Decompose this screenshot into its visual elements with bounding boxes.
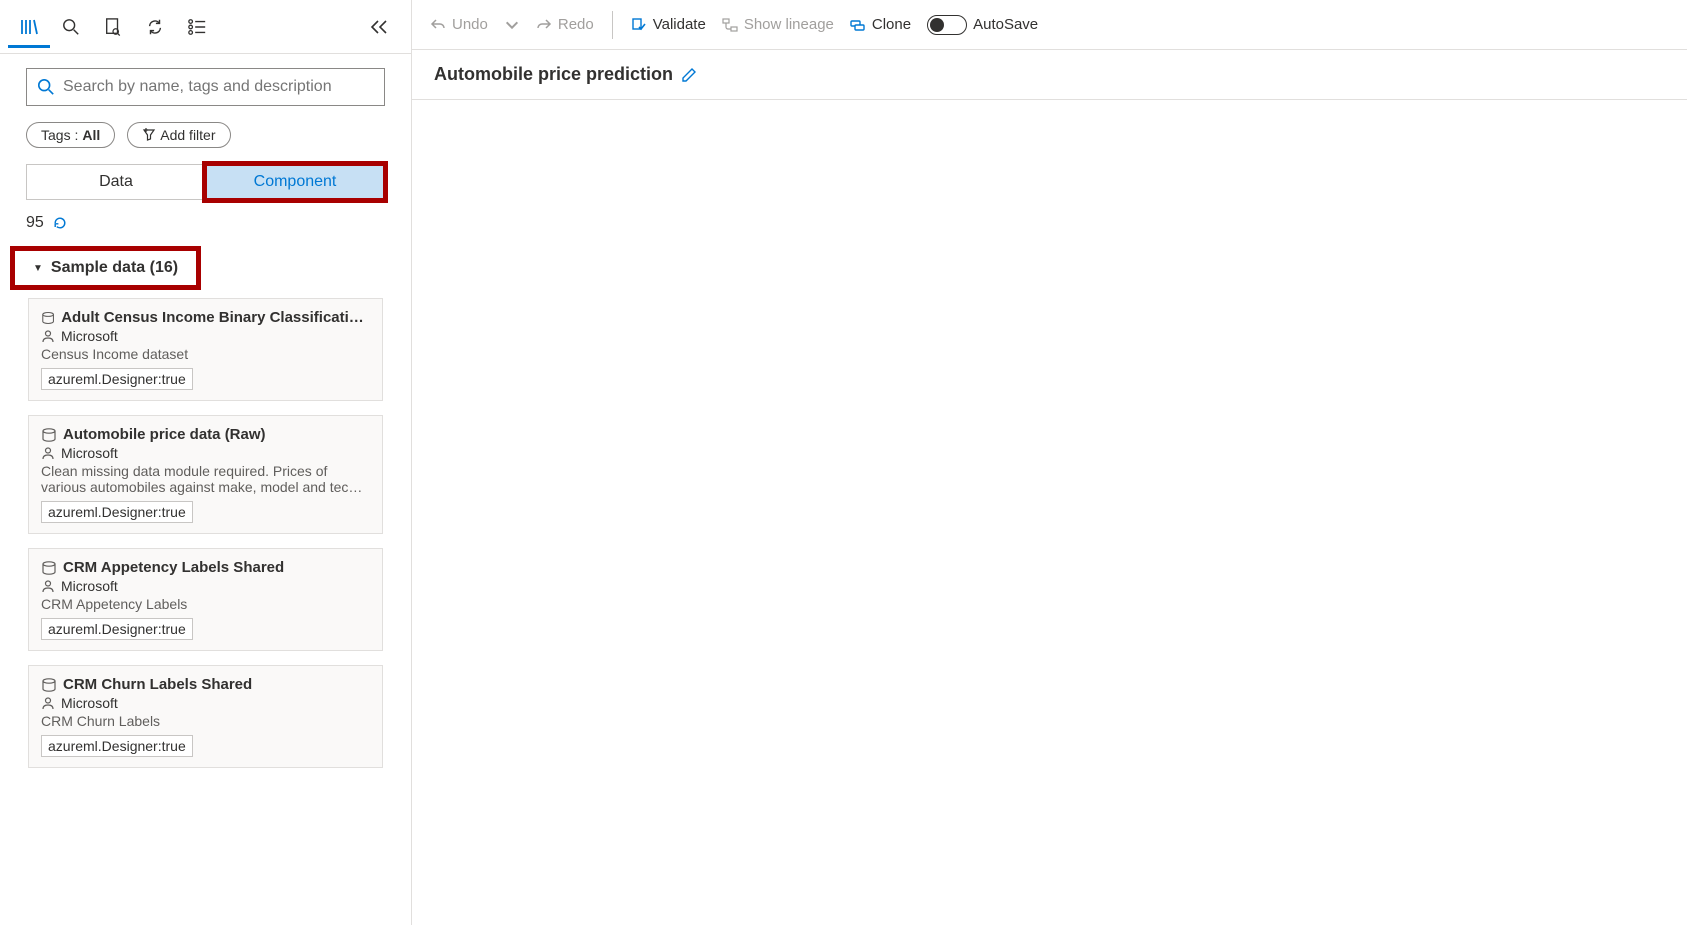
redo-icon [536, 17, 552, 33]
tags-filter-value: All [82, 127, 100, 143]
show-lineage-label: Show lineage [744, 16, 834, 33]
show-lineage-button[interactable]: Show lineage [722, 16, 834, 33]
dataset-icon [41, 677, 57, 693]
undo-label: Undo [452, 16, 488, 33]
chevron-down-icon [504, 17, 520, 33]
validate-icon [631, 17, 647, 33]
person-icon [41, 446, 55, 460]
pipeline-title: Automobile price prediction [434, 64, 673, 85]
asset-tag: azureml.Designer:true [41, 501, 193, 523]
asset-list[interactable]: Adult Census Income Binary Classificatio… [0, 298, 411, 925]
autosave-toggle[interactable]: AutoSave [927, 15, 1038, 35]
library-icon[interactable] [8, 6, 50, 48]
tags-filter-label: Tags : [41, 127, 78, 143]
person-icon [41, 579, 55, 593]
asset-tag: azureml.Designer:true [41, 618, 193, 640]
tab-component[interactable]: Component [205, 164, 385, 200]
dataset-icon [41, 560, 57, 576]
main-area: Undo Redo Validate Show lineage Clone Au… [412, 0, 1687, 925]
person-icon [41, 329, 55, 343]
asset-tabs: Data Component [26, 164, 385, 200]
pipeline-canvas[interactable] [412, 100, 1687, 925]
asset-panel: Tags : All Add filter Data Component 95 … [0, 0, 412, 925]
asset-search-box[interactable] [26, 68, 385, 106]
asset-description: Census Income dataset [41, 346, 370, 362]
clone-icon [850, 17, 866, 33]
clone-button[interactable]: Clone [850, 16, 911, 33]
redo-label: Redo [558, 16, 594, 33]
result-count-row: 95 [0, 200, 411, 238]
search-input[interactable] [63, 78, 374, 96]
search-icon [37, 78, 55, 96]
filter-row: Tags : All Add filter [0, 116, 411, 160]
asset-tag: azureml.Designer:true [41, 735, 193, 757]
redo-button[interactable]: Redo [536, 16, 594, 33]
toggle-switch[interactable] [927, 15, 967, 35]
refresh-results-icon[interactable] [52, 215, 68, 231]
file-search-icon[interactable] [92, 6, 134, 48]
autosave-label: AutoSave [973, 16, 1038, 33]
asset-card[interactable]: Adult Census Income Binary Classificatio… [28, 298, 383, 401]
tab-data[interactable]: Data [26, 164, 205, 200]
pencil-icon [681, 67, 697, 83]
collapse-panel-icon[interactable] [357, 6, 399, 48]
validate-label: Validate [653, 16, 706, 33]
section-header-sample-data[interactable]: ▼ Sample data (16) [25, 255, 186, 281]
undo-menu-chevron[interactable] [504, 17, 520, 33]
tags-filter[interactable]: Tags : All [26, 122, 115, 148]
asset-author: Microsoft [61, 328, 118, 344]
asset-description: CRM Appetency Labels [41, 596, 370, 612]
edit-title-button[interactable] [681, 67, 697, 83]
result-count: 95 [26, 214, 44, 232]
toolbar-divider [612, 11, 613, 39]
asset-author: Microsoft [61, 445, 118, 461]
asset-author: Microsoft [61, 695, 118, 711]
asset-description: Clean missing data module required. Pric… [41, 463, 370, 495]
asset-author: Microsoft [61, 578, 118, 594]
add-filter-button[interactable]: Add filter [127, 122, 230, 148]
add-filter-label: Add filter [160, 127, 215, 143]
asset-title: CRM Appetency Labels Shared [63, 559, 284, 576]
add-filter-icon [142, 128, 156, 142]
pipeline-header: Automobile price prediction [412, 50, 1687, 100]
asset-title: Automobile price data (Raw) [63, 426, 266, 443]
asset-description: CRM Churn Labels [41, 713, 370, 729]
chevron-down-icon: ▼ [33, 263, 43, 274]
toolbar: Undo Redo Validate Show lineage Clone Au… [412, 0, 1687, 50]
person-icon [41, 696, 55, 710]
asset-tag: azureml.Designer:true [41, 368, 193, 390]
asset-card[interactable]: CRM Appetency Labels Shared Microsoft CR… [28, 548, 383, 651]
undo-button[interactable]: Undo [430, 16, 488, 33]
clone-label: Clone [872, 16, 911, 33]
settings-list-icon[interactable] [176, 6, 218, 48]
undo-icon [430, 17, 446, 33]
asset-card[interactable]: Automobile price data (Raw) Microsoft Cl… [28, 415, 383, 534]
lineage-icon [722, 17, 738, 33]
validate-button[interactable]: Validate [631, 16, 706, 33]
search-icon[interactable] [50, 6, 92, 48]
dataset-icon [41, 310, 55, 326]
section-header-label: Sample data (16) [51, 259, 178, 277]
panel-icon-strip [0, 0, 411, 54]
asset-title: Adult Census Income Binary Classificatio… [61, 309, 370, 326]
dataset-icon [41, 427, 57, 443]
asset-card[interactable]: CRM Churn Labels Shared Microsoft CRM Ch… [28, 665, 383, 768]
asset-title: CRM Churn Labels Shared [63, 676, 252, 693]
refresh-icon[interactable] [134, 6, 176, 48]
